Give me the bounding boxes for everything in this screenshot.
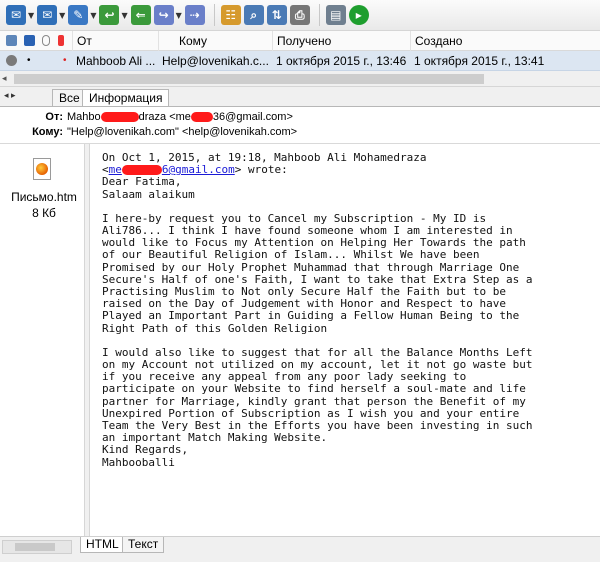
dropdown-arrow-icon[interactable]: ▼ bbox=[121, 11, 127, 20]
dropdown-arrow-icon[interactable]: ▼ bbox=[59, 11, 65, 20]
go-icon: ▸ bbox=[348, 5, 369, 25]
attachment-icon[interactable] bbox=[42, 35, 50, 46]
send-mail-button[interactable]: ✉ ▼ bbox=[37, 3, 65, 27]
paragraph-1: I here-by request you to Cancel my Subsc… bbox=[102, 212, 594, 335]
attachment-size: 8 Кб bbox=[32, 206, 56, 220]
mail-status-icon[interactable] bbox=[6, 35, 17, 46]
list-scroll-thumb[interactable] bbox=[14, 74, 484, 84]
column-created[interactable]: Создано bbox=[410, 31, 600, 51]
toolbar-separator bbox=[318, 4, 320, 26]
redirect-button[interactable]: ⇢ bbox=[184, 3, 205, 27]
greeting: Dear Fatima, bbox=[102, 175, 182, 189]
body-line: Played an Important Part in Guiding a Fe… bbox=[102, 309, 520, 323]
find-button[interactable]: ⌕ bbox=[243, 3, 264, 27]
attachment-scrollbar[interactable] bbox=[2, 540, 72, 554]
attachment-panel: Письмо.htm 8 Кб bbox=[0, 144, 84, 536]
go-button[interactable]: ▸ bbox=[348, 3, 369, 27]
quote-bracket: < bbox=[102, 163, 109, 177]
scroll-left-icon[interactable]: ◂ bbox=[2, 73, 7, 84]
print-icon: ⎙ bbox=[289, 5, 310, 25]
tab-text[interactable]: Текст bbox=[122, 537, 165, 553]
priority-dot-icon: • bbox=[27, 55, 31, 66]
send-receive-icon: ⇅ bbox=[266, 5, 287, 25]
sender-email-end: 6@gmail.com bbox=[161, 163, 235, 177]
dropdown-arrow-icon[interactable]: ▼ bbox=[90, 11, 96, 20]
list-scrollbar[interactable]: ◂ bbox=[0, 71, 600, 87]
new-message-button[interactable]: ✎ ▼ bbox=[68, 3, 96, 27]
message-text: On Oct 1, 2015, at 19:18, Mahboob Ali Mo… bbox=[102, 152, 594, 536]
tab-scroll-arrows[interactable]: ◂ ▸ bbox=[4, 90, 16, 101]
receive-mail-icon: ✉ bbox=[6, 5, 26, 25]
column-received[interactable]: Получено bbox=[272, 31, 410, 51]
to-value[interactable]: "Help@lovenikah.com" <help@lovenikah.com… bbox=[67, 125, 297, 139]
firefox-file-icon[interactable] bbox=[33, 158, 51, 180]
reply-all-button[interactable]: ⇐ bbox=[130, 3, 151, 27]
message-header-info: От: Mahbo draza <me 36@gmail.com> Кому: "H… bbox=[0, 106, 600, 144]
view-tabs: ◂ ▸ Все Информация bbox=[0, 87, 600, 107]
toolbar-separator bbox=[213, 4, 215, 26]
trash-icon: ▤ bbox=[325, 5, 346, 25]
send-receive-button[interactable]: ⇅ bbox=[266, 3, 287, 27]
message-list-header: От Кому Получено Создано bbox=[0, 31, 600, 51]
redirect-icon: ⇢ bbox=[184, 5, 205, 25]
from-label: От: bbox=[45, 111, 63, 123]
attachment-name[interactable]: Письмо.htm bbox=[4, 190, 84, 204]
print-button[interactable]: ⎙ bbox=[289, 3, 310, 27]
bottom-bar: HTML Текст bbox=[0, 536, 600, 562]
dropdown-arrow-icon[interactable]: ▼ bbox=[176, 11, 182, 20]
column-to-label: Кому bbox=[179, 34, 208, 48]
salaam: Salaam alaikum bbox=[102, 187, 195, 201]
sender-email-link[interactable]: me 6@gmail.com bbox=[109, 163, 235, 176]
priority-icon[interactable] bbox=[24, 35, 35, 46]
from-value-end: 36@gmail.com> bbox=[212, 111, 293, 123]
receive-mail-button[interactable]: ✉ ▼ bbox=[6, 3, 34, 27]
send-mail-icon: ✉ bbox=[37, 5, 58, 25]
dropdown-arrow-icon[interactable]: ▼ bbox=[28, 11, 34, 20]
reply-icon: ↩ bbox=[99, 5, 120, 25]
row-created: 1 октября 2015 г., 13:41 bbox=[414, 54, 545, 68]
row-received: 1 октября 2015 г., 13:46 bbox=[276, 54, 407, 68]
forward-icon: ↪ bbox=[153, 5, 174, 25]
find-icon: ⌕ bbox=[243, 5, 264, 25]
body-line: Promised by our Holy Prophet Muhammad th… bbox=[102, 260, 520, 274]
redaction-mark bbox=[121, 165, 162, 176]
message-row[interactable]: • • Mahboob Ali ... Help@lovenikah.c... … bbox=[0, 51, 600, 71]
pane-splitter[interactable] bbox=[84, 144, 90, 536]
scroll-thumb[interactable] bbox=[15, 543, 55, 551]
to-label: Кому: bbox=[32, 126, 63, 138]
new-message-icon: ✎ bbox=[68, 5, 89, 25]
toolbar: ✉ ▼ ✉ ▼ ✎ ▼ ↩ ▼ ⇐ ↪ ▼ ⇢ ☷ ⌕ ⇅ ⎙ ▤ ▸ bbox=[0, 0, 600, 31]
paragraph-2: I would also like to suggest that for al… bbox=[102, 346, 594, 445]
reply-all-icon: ⇐ bbox=[130, 5, 151, 25]
sender-email-start: me bbox=[108, 163, 122, 177]
read-status-icon bbox=[6, 55, 17, 66]
closing: Kind Regards, bbox=[102, 443, 189, 457]
from-value-start: Mahbo bbox=[67, 111, 101, 123]
body-line: participate on your Website to find hers… bbox=[102, 382, 526, 396]
column-from[interactable]: От bbox=[72, 31, 158, 51]
reply-button[interactable]: ↩ ▼ bbox=[99, 3, 128, 27]
flag-icon[interactable] bbox=[58, 35, 64, 46]
message-body-pane: Письмо.htm 8 Кб On Oct 1, 2015, at 19:18… bbox=[0, 144, 600, 536]
body-line: Right Path of this Golden Religion bbox=[102, 321, 328, 335]
address-book-icon: ☷ bbox=[220, 5, 241, 25]
from-value-mid: draza <me bbox=[138, 111, 191, 123]
redaction-mark bbox=[190, 112, 213, 123]
redaction-mark bbox=[100, 112, 139, 123]
tab-info[interactable]: Информация bbox=[82, 89, 170, 107]
forward-button[interactable]: ↪ ▼ bbox=[153, 3, 182, 27]
trash-button[interactable]: ▤ bbox=[325, 3, 346, 27]
row-to: Help@lovenikah.c... bbox=[162, 54, 269, 68]
column-to[interactable]: Кому bbox=[158, 31, 272, 51]
tab-html[interactable]: HTML bbox=[80, 537, 125, 553]
from-value[interactable]: Mahbo draza <me 36@gmail.com> bbox=[67, 110, 293, 124]
address-book-button[interactable]: ☷ bbox=[220, 3, 241, 27]
flag-dot-icon: • bbox=[63, 55, 67, 66]
signature: Mahbooballi bbox=[102, 455, 175, 469]
body-line: of our Beautiful Religion of Islam... Wh… bbox=[102, 248, 480, 262]
quote-wrote: > wrote: bbox=[234, 163, 288, 177]
row-from: Mahboob Ali ... bbox=[76, 54, 156, 68]
